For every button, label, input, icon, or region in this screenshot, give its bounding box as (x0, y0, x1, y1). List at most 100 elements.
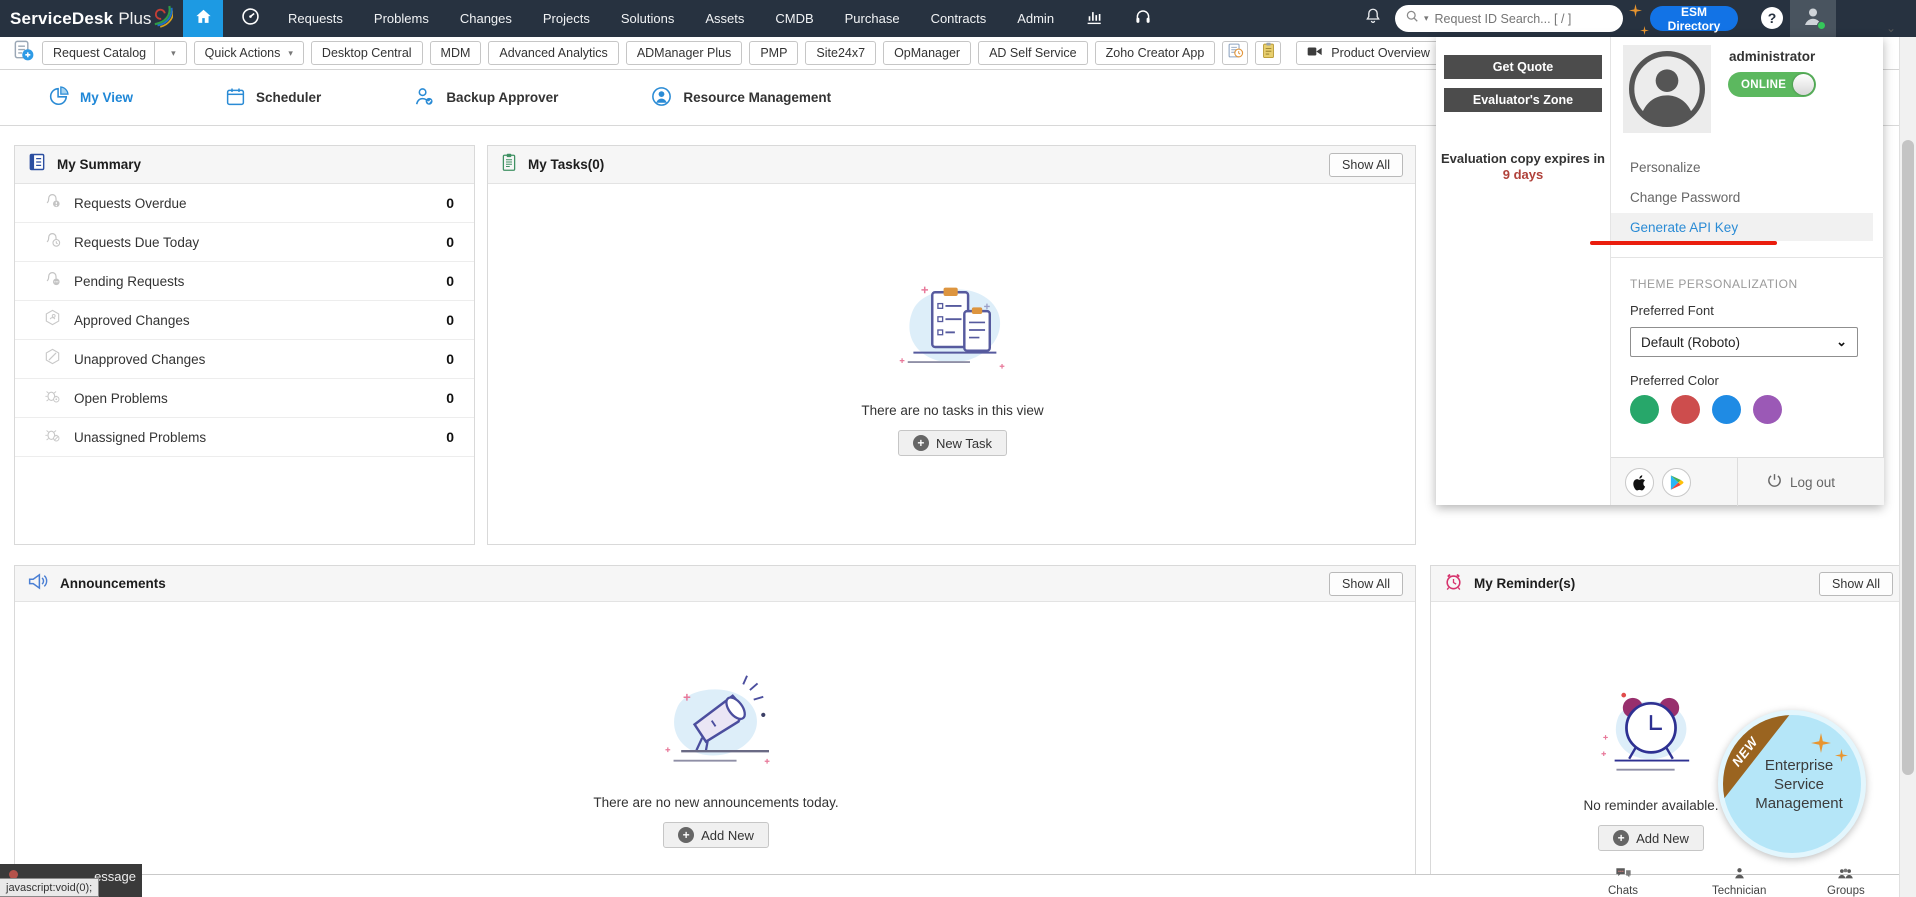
tabbar-overflow-caret-icon[interactable]: ⌄ (1886, 0, 1896, 56)
google-play-icon[interactable] (1662, 468, 1691, 497)
search-input[interactable] (1433, 11, 1613, 27)
tab-scheduler[interactable]: Scheduler (225, 86, 321, 110)
groups-button[interactable]: Groups (1827, 867, 1865, 897)
app-admanager-plus[interactable]: ADManager Plus (626, 41, 743, 65)
help-button[interactable]: ? (1761, 7, 1783, 29)
tab-backup-approver[interactable]: Backup Approver (413, 85, 558, 111)
reports-button[interactable] (1085, 8, 1103, 29)
notifications-button[interactable] (1358, 0, 1388, 37)
technician-button[interactable]: Technician (1712, 867, 1766, 897)
new-task-label: New Task (936, 436, 992, 451)
request-catalog-button[interactable]: Request Catalog ▾ (42, 41, 187, 65)
new-task-button[interactable]: + New Task (898, 430, 1007, 456)
main-nav: Requests Problems Changes Projects Solut… (288, 0, 1152, 37)
user-menu-button[interactable] (1790, 0, 1836, 37)
esm-new-badge[interactable]: NEW Enterprise Service Management (1718, 710, 1866, 858)
color-swatch-red[interactable] (1671, 395, 1700, 424)
bottom-bar: Chats Technician Groups ▾ (0, 874, 1916, 897)
question-icon: ? (1768, 10, 1777, 26)
logout-button[interactable]: Log out (1766, 458, 1835, 506)
nav-item-changes[interactable]: Changes (460, 11, 512, 26)
summary-row-value: 0 (446, 273, 454, 289)
notes-button[interactable] (1255, 41, 1281, 65)
get-quote-button[interactable]: Get Quote (1444, 55, 1602, 79)
status-url-text: javascript:void(0); (6, 882, 92, 894)
preferred-font-select[interactable]: Default (Roboto) ⌄ (1630, 327, 1858, 357)
recent-activity-button[interactable] (1222, 41, 1248, 65)
bar-chart-icon (1085, 14, 1103, 29)
chats-button[interactable]: Chats (1608, 867, 1638, 897)
nav-item-cmdb[interactable]: CMDB (775, 11, 813, 26)
summary-row-requests-overdue[interactable]: Requests Overdue 0 (15, 184, 474, 223)
add-request-icon[interactable] (12, 39, 35, 67)
nav-item-admin[interactable]: Admin (1017, 11, 1054, 26)
profile-column: administrator ONLINE Personalize Change … (1610, 37, 1883, 505)
tasks-show-all-button[interactable]: Show All (1329, 153, 1403, 177)
quick-actions-button[interactable]: Quick Actions ▾ (194, 41, 304, 65)
app-ad-self-service[interactable]: AD Self Service (978, 41, 1088, 65)
reminder-add-new-button[interactable]: + Add New (1598, 825, 1704, 851)
announcement-add-new-button[interactable]: + Add New (663, 822, 769, 848)
brand-name: ServiceDesk (10, 9, 113, 29)
app-advanced-analytics[interactable]: Advanced Analytics (488, 41, 618, 65)
tab-my-view-label: My View (80, 90, 133, 105)
summary-row-requests-due-today[interactable]: Requests Due Today 0 (15, 223, 474, 262)
power-icon (1766, 472, 1783, 492)
color-swatch-green[interactable] (1630, 395, 1659, 424)
summary-row-unassigned-problems[interactable]: Unassigned Problems 0 (15, 418, 474, 457)
color-swatch-blue[interactable] (1712, 395, 1741, 424)
app-desktop-central[interactable]: Desktop Central (311, 41, 423, 65)
color-swatch-purple[interactable] (1753, 395, 1782, 424)
tab-resource-management[interactable]: Resource Management (650, 85, 831, 111)
app-pmp[interactable]: PMP (749, 41, 798, 65)
summary-row-unapproved-changes[interactable]: Unapproved Changes 0 (15, 340, 474, 379)
dashboard-gauge-button[interactable] (232, 0, 268, 37)
headset-icon (1134, 14, 1152, 29)
chats-icon (1615, 867, 1632, 885)
sparkle-icon (1811, 733, 1831, 758)
nav-item-assets[interactable]: Assets (705, 11, 744, 26)
nav-item-requests[interactable]: Requests (288, 11, 343, 26)
support-button[interactable] (1134, 8, 1152, 29)
announcements-show-all-button[interactable]: Show All (1329, 572, 1403, 596)
dropdown-footer: Log out (1611, 457, 1884, 505)
nav-item-solutions[interactable]: Solutions (621, 11, 674, 26)
open-problems-icon (43, 386, 62, 410)
menu-item-generate-api-key[interactable]: Generate API Key (1611, 213, 1873, 241)
summary-row-approved-changes[interactable]: Approved Changes 0 (15, 301, 474, 340)
logout-label: Log out (1790, 475, 1835, 490)
tab-my-view[interactable]: My View (48, 85, 133, 110)
request-catalog-caret-icon[interactable]: ▾ (154, 42, 176, 64)
app-opmanager[interactable]: OpManager (883, 41, 971, 65)
menu-item-change-password[interactable]: Change Password (1611, 183, 1873, 211)
summary-row-open-problems[interactable]: Open Problems 0 (15, 379, 474, 418)
scrollbar-thumb[interactable] (1902, 140, 1914, 775)
evaluation-days-left: 9 days (1436, 167, 1610, 182)
evaluation-expiry-text: Evaluation copy expires in (1436, 151, 1610, 166)
evaluation-column: Get Quote Evaluator's Zone Evaluation co… (1436, 37, 1610, 505)
quick-actions-label: Quick Actions (205, 46, 281, 60)
nav-item-projects[interactable]: Projects (543, 11, 590, 26)
nav-item-purchase[interactable]: Purchase (845, 11, 900, 26)
technician-icon (1733, 867, 1746, 885)
app-zoho-creator[interactable]: Zoho Creator App (1095, 41, 1216, 65)
my-tasks-header: My Tasks(0) Show All (488, 146, 1415, 184)
online-status-toggle[interactable]: ONLINE (1728, 72, 1816, 97)
nav-item-problems[interactable]: Problems (374, 11, 429, 26)
app-mdm[interactable]: MDM (430, 41, 482, 65)
reminders-empty-text: No reminder available. (1583, 798, 1718, 813)
esm-directory-button[interactable]: ESM Directory (1650, 6, 1738, 31)
vertical-scrollbar[interactable] (1899, 37, 1916, 897)
evaluators-zone-button[interactable]: Evaluator's Zone (1444, 88, 1602, 112)
summary-row-pending-requests[interactable]: Pending Requests 0 (15, 262, 474, 301)
toggle-knob (1793, 74, 1814, 95)
nav-item-contracts[interactable]: Contracts (931, 11, 987, 26)
app-site24x7[interactable]: Site24x7 (805, 41, 876, 65)
reminders-show-all-button[interactable]: Show All (1819, 572, 1893, 596)
search-scope-caret-icon[interactable]: ▾ (1424, 13, 1429, 24)
profile-avatar[interactable] (1623, 45, 1711, 133)
brand-logo[interactable]: ServiceDesk Plus (10, 0, 173, 37)
menu-item-personalize[interactable]: Personalize (1611, 153, 1873, 181)
apple-app-store-icon[interactable] (1625, 468, 1654, 497)
home-button[interactable] (183, 0, 223, 37)
